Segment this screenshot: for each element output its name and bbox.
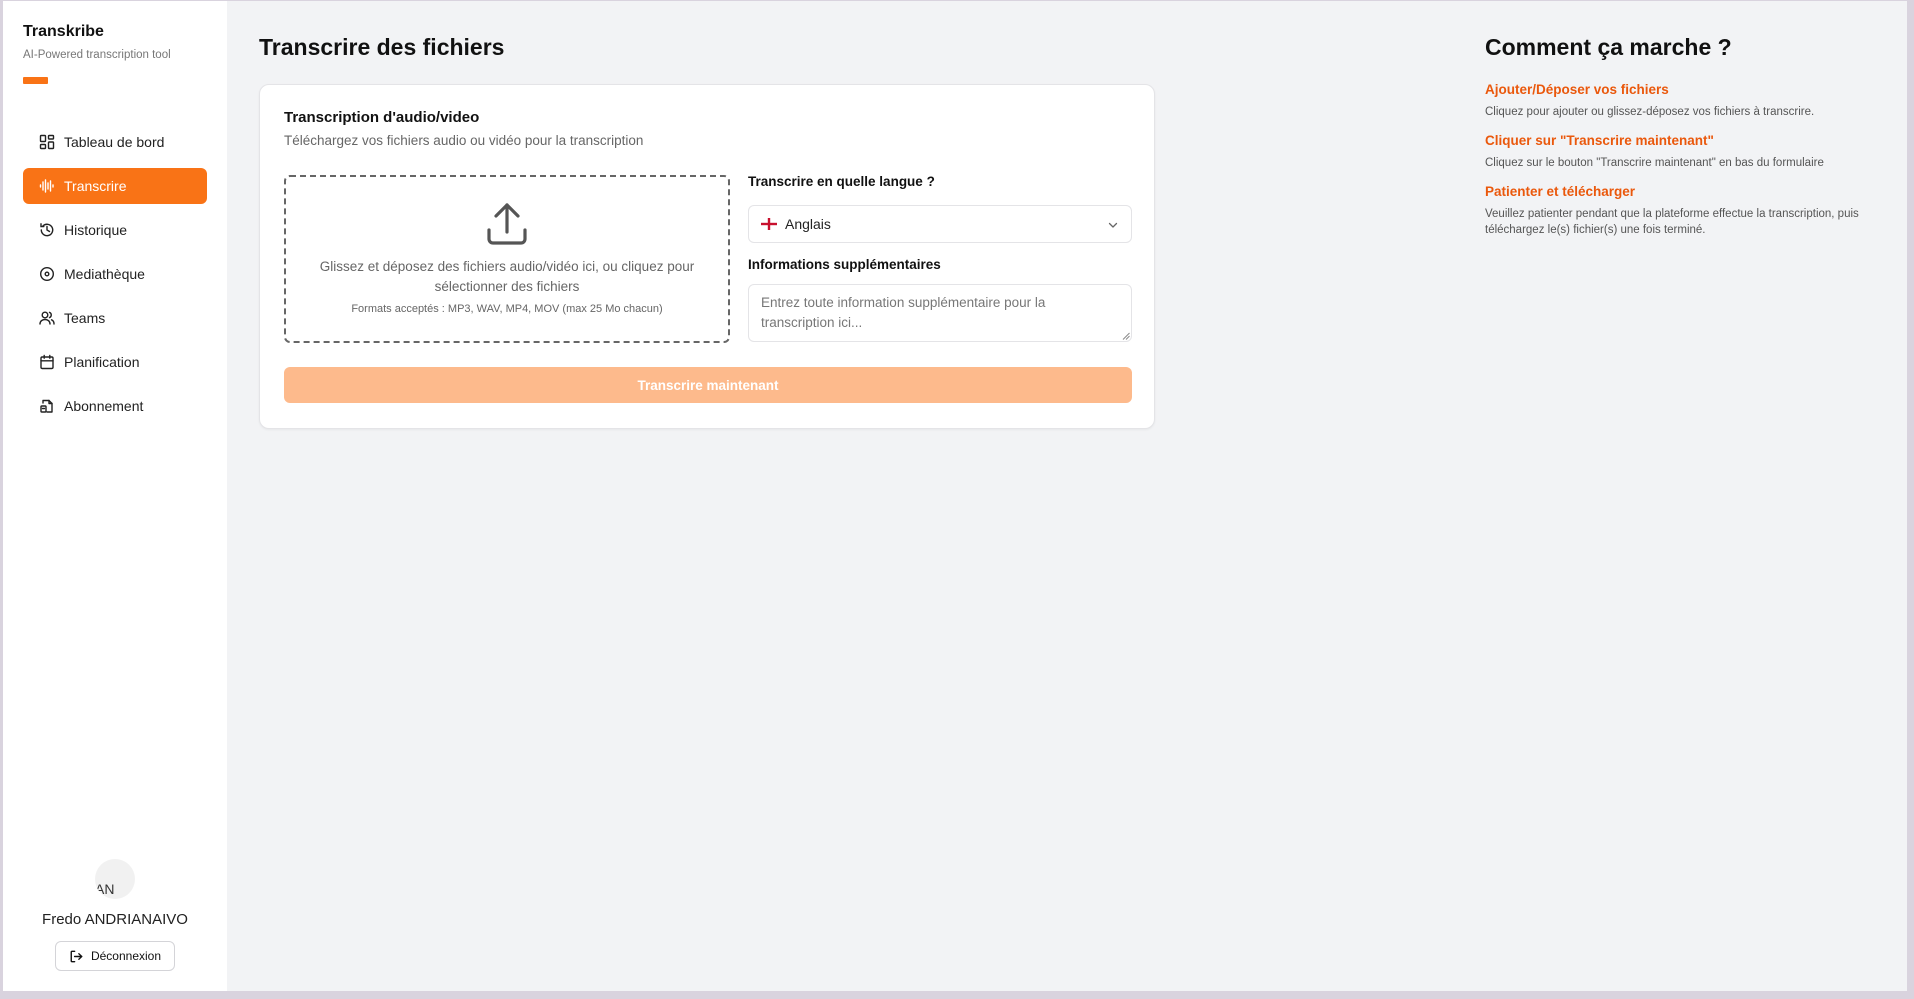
sidebar-item-label: Teams	[64, 310, 106, 326]
sidebar-nav: Tableau de bord Transcrire Historique Me…	[23, 124, 207, 432]
logout-button[interactable]: Déconnexion	[55, 941, 175, 971]
sidebar-item-transcrire[interactable]: Transcrire	[23, 168, 207, 204]
sidebar-item-tableau-de-bord[interactable]: Tableau de bord	[23, 124, 207, 160]
transcribe-now-button[interactable]: Transcrire maintenant	[284, 367, 1132, 403]
transcription-card: Transcription d'audio/video Téléchargez …	[259, 84, 1155, 429]
sidebar-item-planification[interactable]: Planification	[23, 344, 207, 380]
help-step-desc: Veuillez patienter pendant que la platef…	[1485, 208, 1859, 236]
info-label: Informations supplémentaires	[748, 257, 941, 272]
language-label: Transcrire en quelle langue ?	[748, 174, 935, 189]
dropzone-formats: Formats acceptés : MP3, WAV, MP4, MOV (m…	[351, 303, 663, 315]
sidebar-item-teams[interactable]: Teams	[23, 300, 207, 336]
sidebar-item-label: Transcrire	[64, 178, 127, 194]
sidebar: Transkribe AI-Powered transcription tool…	[3, 1, 227, 991]
dropzone-instructions: Glissez et déposez des fichiers audio/vi…	[319, 259, 695, 294]
user-name: Fredo ANDRIANAIVO	[42, 911, 188, 928]
file-dropzone[interactable]: Glissez et déposez des fichiers audio/vi…	[284, 175, 730, 343]
brand-tagline: AI-Powered transcription tool	[23, 49, 171, 61]
avatar-text-line2: RIAN	[95, 881, 115, 897]
info-textarea[interactable]	[748, 284, 1132, 342]
language-select-value: Anglais	[785, 216, 831, 232]
help-step: Cliquer sur "Transcrire maintenant" Cliq…	[1485, 133, 1895, 171]
card-title: Transcription d'audio/video	[284, 109, 480, 126]
brand-name: Transkribe	[23, 23, 104, 40]
brand-accent-bar	[23, 77, 48, 84]
sidebar-item-mediatheque[interactable]: Mediathèque	[23, 256, 207, 292]
sidebar-item-label: Historique	[64, 222, 128, 238]
sidebar-item-historique[interactable]: Historique	[23, 212, 207, 248]
sidebar-item-label: Planification	[64, 354, 140, 370]
disc-icon	[39, 266, 55, 282]
calendar-icon	[40, 354, 54, 370]
logout-icon	[70, 950, 83, 962]
history-icon	[40, 223, 54, 237]
sidebar-item-label: Tableau de bord	[64, 134, 165, 150]
users-icon	[39, 311, 55, 325]
help-step-title: Ajouter/Déposer vos fichiers	[1485, 82, 1669, 97]
app-window: Transkribe AI-Powered transcription tool…	[3, 1, 1907, 991]
help-step-title: Cliquer sur "Transcrire maintenant"	[1485, 133, 1714, 148]
england-flag-icon	[761, 218, 777, 230]
dashboard-icon	[39, 134, 55, 150]
help-step-desc: Cliquez pour ajouter ou glissez-déposez …	[1485, 106, 1815, 118]
page-title: Transcrire des fichiers	[259, 34, 505, 60]
resize-grip-icon[interactable]	[1122, 332, 1130, 340]
help-step: Ajouter/Déposer vos fichiers Cliquez pou…	[1485, 82, 1895, 120]
logout-label: Déconnexion	[90, 949, 162, 963]
upload-icon	[487, 203, 527, 245]
help-title: Comment ça marche ?	[1485, 34, 1732, 60]
sidebar-item-abonnement[interactable]: Abonnement	[23, 388, 207, 424]
sidebar-item-label: Mediathèque	[64, 266, 145, 282]
sidebar-item-label: Abonnement	[64, 398, 144, 414]
chevron-down-icon	[1108, 222, 1118, 228]
avatar: D RIAN	[95, 859, 135, 899]
help-steps: Ajouter/Déposer vos fichiers Cliquez pou…	[1485, 82, 1895, 251]
subscription-icon	[40, 399, 53, 413]
help-step-desc: Cliquez sur le bouton "Transcrire mainte…	[1485, 157, 1824, 169]
help-step: Patienter et télécharger Veuillez patien…	[1485, 184, 1895, 238]
language-select[interactable]: Anglais	[748, 205, 1132, 243]
help-step-title: Patienter et télécharger	[1485, 184, 1636, 199]
card-subtitle: Téléchargez vos fichiers audio ou vidéo …	[284, 133, 644, 148]
audio-waveform-icon	[39, 179, 54, 193]
